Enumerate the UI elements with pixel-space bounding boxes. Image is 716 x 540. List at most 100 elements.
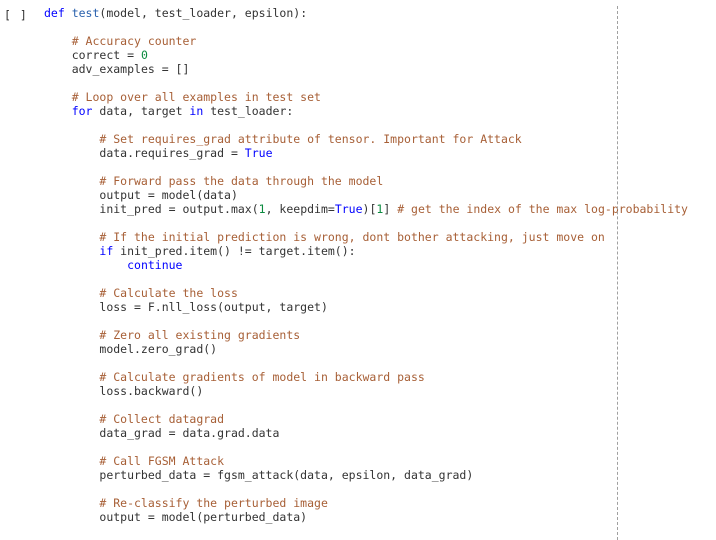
line-length-ruler: [617, 6, 618, 540]
code-token: model.zero_grad(): [99, 342, 218, 356]
code-token: # Calculate the loss: [99, 286, 238, 300]
code-token: # Zero all existing gradients: [99, 328, 301, 342]
code-line: model.zero_grad(): [44, 342, 716, 356]
code-line: def test(model, test_loader, epsilon):: [44, 6, 716, 20]
code-line: # Collect datagrad: [44, 412, 716, 426]
code-token: # If the initial prediction is wrong, do…: [99, 230, 605, 244]
code-line: # Loop over all examples in test set: [44, 90, 716, 104]
code-line: # Set requires_grad attribute of tensor.…: [44, 132, 716, 146]
code-editor[interactable]: def test(model, test_loader, epsilon): #…: [44, 6, 716, 524]
code-line: output = model(perturbed_data): [44, 510, 716, 524]
code-token: if: [99, 244, 114, 258]
code-token: # Re-classify the perturbed image: [99, 496, 328, 510]
code-line: for data, target in test_loader:: [44, 104, 716, 118]
code-line: # Zero all existing gradients: [44, 328, 716, 342]
code-line: loss = F.nll_loss(output, target): [44, 300, 716, 314]
code-line: correct = 0: [44, 48, 716, 62]
code-line: perturbed_data = fgsm_attack(data, epsil…: [44, 468, 716, 482]
code-line: # Accuracy counter: [44, 34, 716, 48]
code-line: # Forward pass the data through the mode…: [44, 174, 716, 188]
code-token: # Set requires_grad attribute of tensor.…: [99, 132, 522, 146]
code-line: # Calculate the loss: [44, 286, 716, 300]
code-token: loss.backward(): [99, 384, 204, 398]
code-token: # Call FGSM Attack: [99, 454, 225, 468]
code-token: perturbed_data = fgsm_attack(data, epsil…: [99, 468, 474, 482]
code-line: # Re-classify the perturbed image: [44, 496, 716, 510]
code-token: init_pred = output.max(: [99, 202, 259, 216]
code-token: (model, test_loader, epsilon):: [99, 6, 308, 20]
code-token: for: [71, 104, 93, 118]
code-token: adv_examples = []: [71, 62, 190, 76]
code-line: # Calculate gradients of model in backwa…: [44, 370, 716, 384]
code-line: if init_pred.item() != target.item():: [44, 244, 716, 258]
code-token: ]: [383, 202, 398, 216]
code-line: output = model(data): [44, 188, 716, 202]
code-line: adv_examples = []: [44, 62, 716, 76]
code-line: data.requires_grad = True: [44, 146, 716, 160]
code-token: True: [244, 146, 273, 160]
code-token: output = model(perturbed_data): [99, 510, 308, 524]
code-token: continue: [127, 258, 183, 272]
code-token: data.requires_grad =: [99, 146, 245, 160]
code-token: # Loop over all examples in test set: [71, 90, 321, 104]
code-token: 0: [140, 48, 148, 62]
code-line: loss.backward(): [44, 384, 716, 398]
code-line: # If the initial prediction is wrong, do…: [44, 230, 716, 244]
code-line: data_grad = data.grad.data: [44, 426, 716, 440]
code-token: True: [334, 202, 363, 216]
code-token: # Accuracy counter: [71, 34, 197, 48]
code-line: # Call FGSM Attack: [44, 454, 716, 468]
code-token: output = model(data): [99, 188, 238, 202]
code-token: # Collect datagrad: [99, 412, 225, 426]
code-token: in: [189, 104, 204, 118]
code-token: loss = F.nll_loss(output, target): [99, 300, 328, 314]
code-line: init_pred = output.max(1, keepdim=True)[…: [44, 202, 716, 216]
code-token: init_pred.item() != target.item():: [113, 244, 356, 258]
code-token: correct =: [71, 48, 141, 62]
code-line: continue: [44, 258, 716, 272]
code-token: , keepdim=: [265, 202, 335, 216]
code-token: # Calculate gradients of model in backwa…: [99, 370, 425, 384]
cell-prompt: [ ]: [4, 8, 28, 22]
code-token: 1: [258, 202, 266, 216]
code-token: data, target: [92, 104, 190, 118]
code-token: data_grad = data.grad.data: [99, 426, 280, 440]
code-token: )[: [362, 202, 377, 216]
code-token: # Forward pass the data through the mode…: [99, 174, 384, 188]
code-cell[interactable]: [ ] def test(model, test_loader, epsilon…: [0, 0, 716, 540]
